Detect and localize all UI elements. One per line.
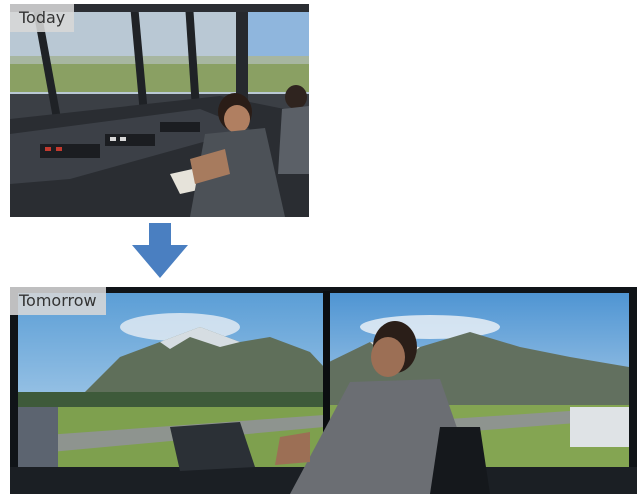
figure: Today Tomorrow (0, 0, 638, 495)
today-control-tower-photo: Today (10, 4, 309, 217)
tomorrow-remote-tower-photo: Tomorrow (10, 287, 637, 494)
tomorrow-photo-illustration (10, 287, 637, 494)
down-arrow-icon (132, 223, 188, 278)
tomorrow-label: Tomorrow (10, 287, 106, 315)
today-label: Today (10, 4, 75, 32)
today-photo-illustration (10, 4, 309, 217)
